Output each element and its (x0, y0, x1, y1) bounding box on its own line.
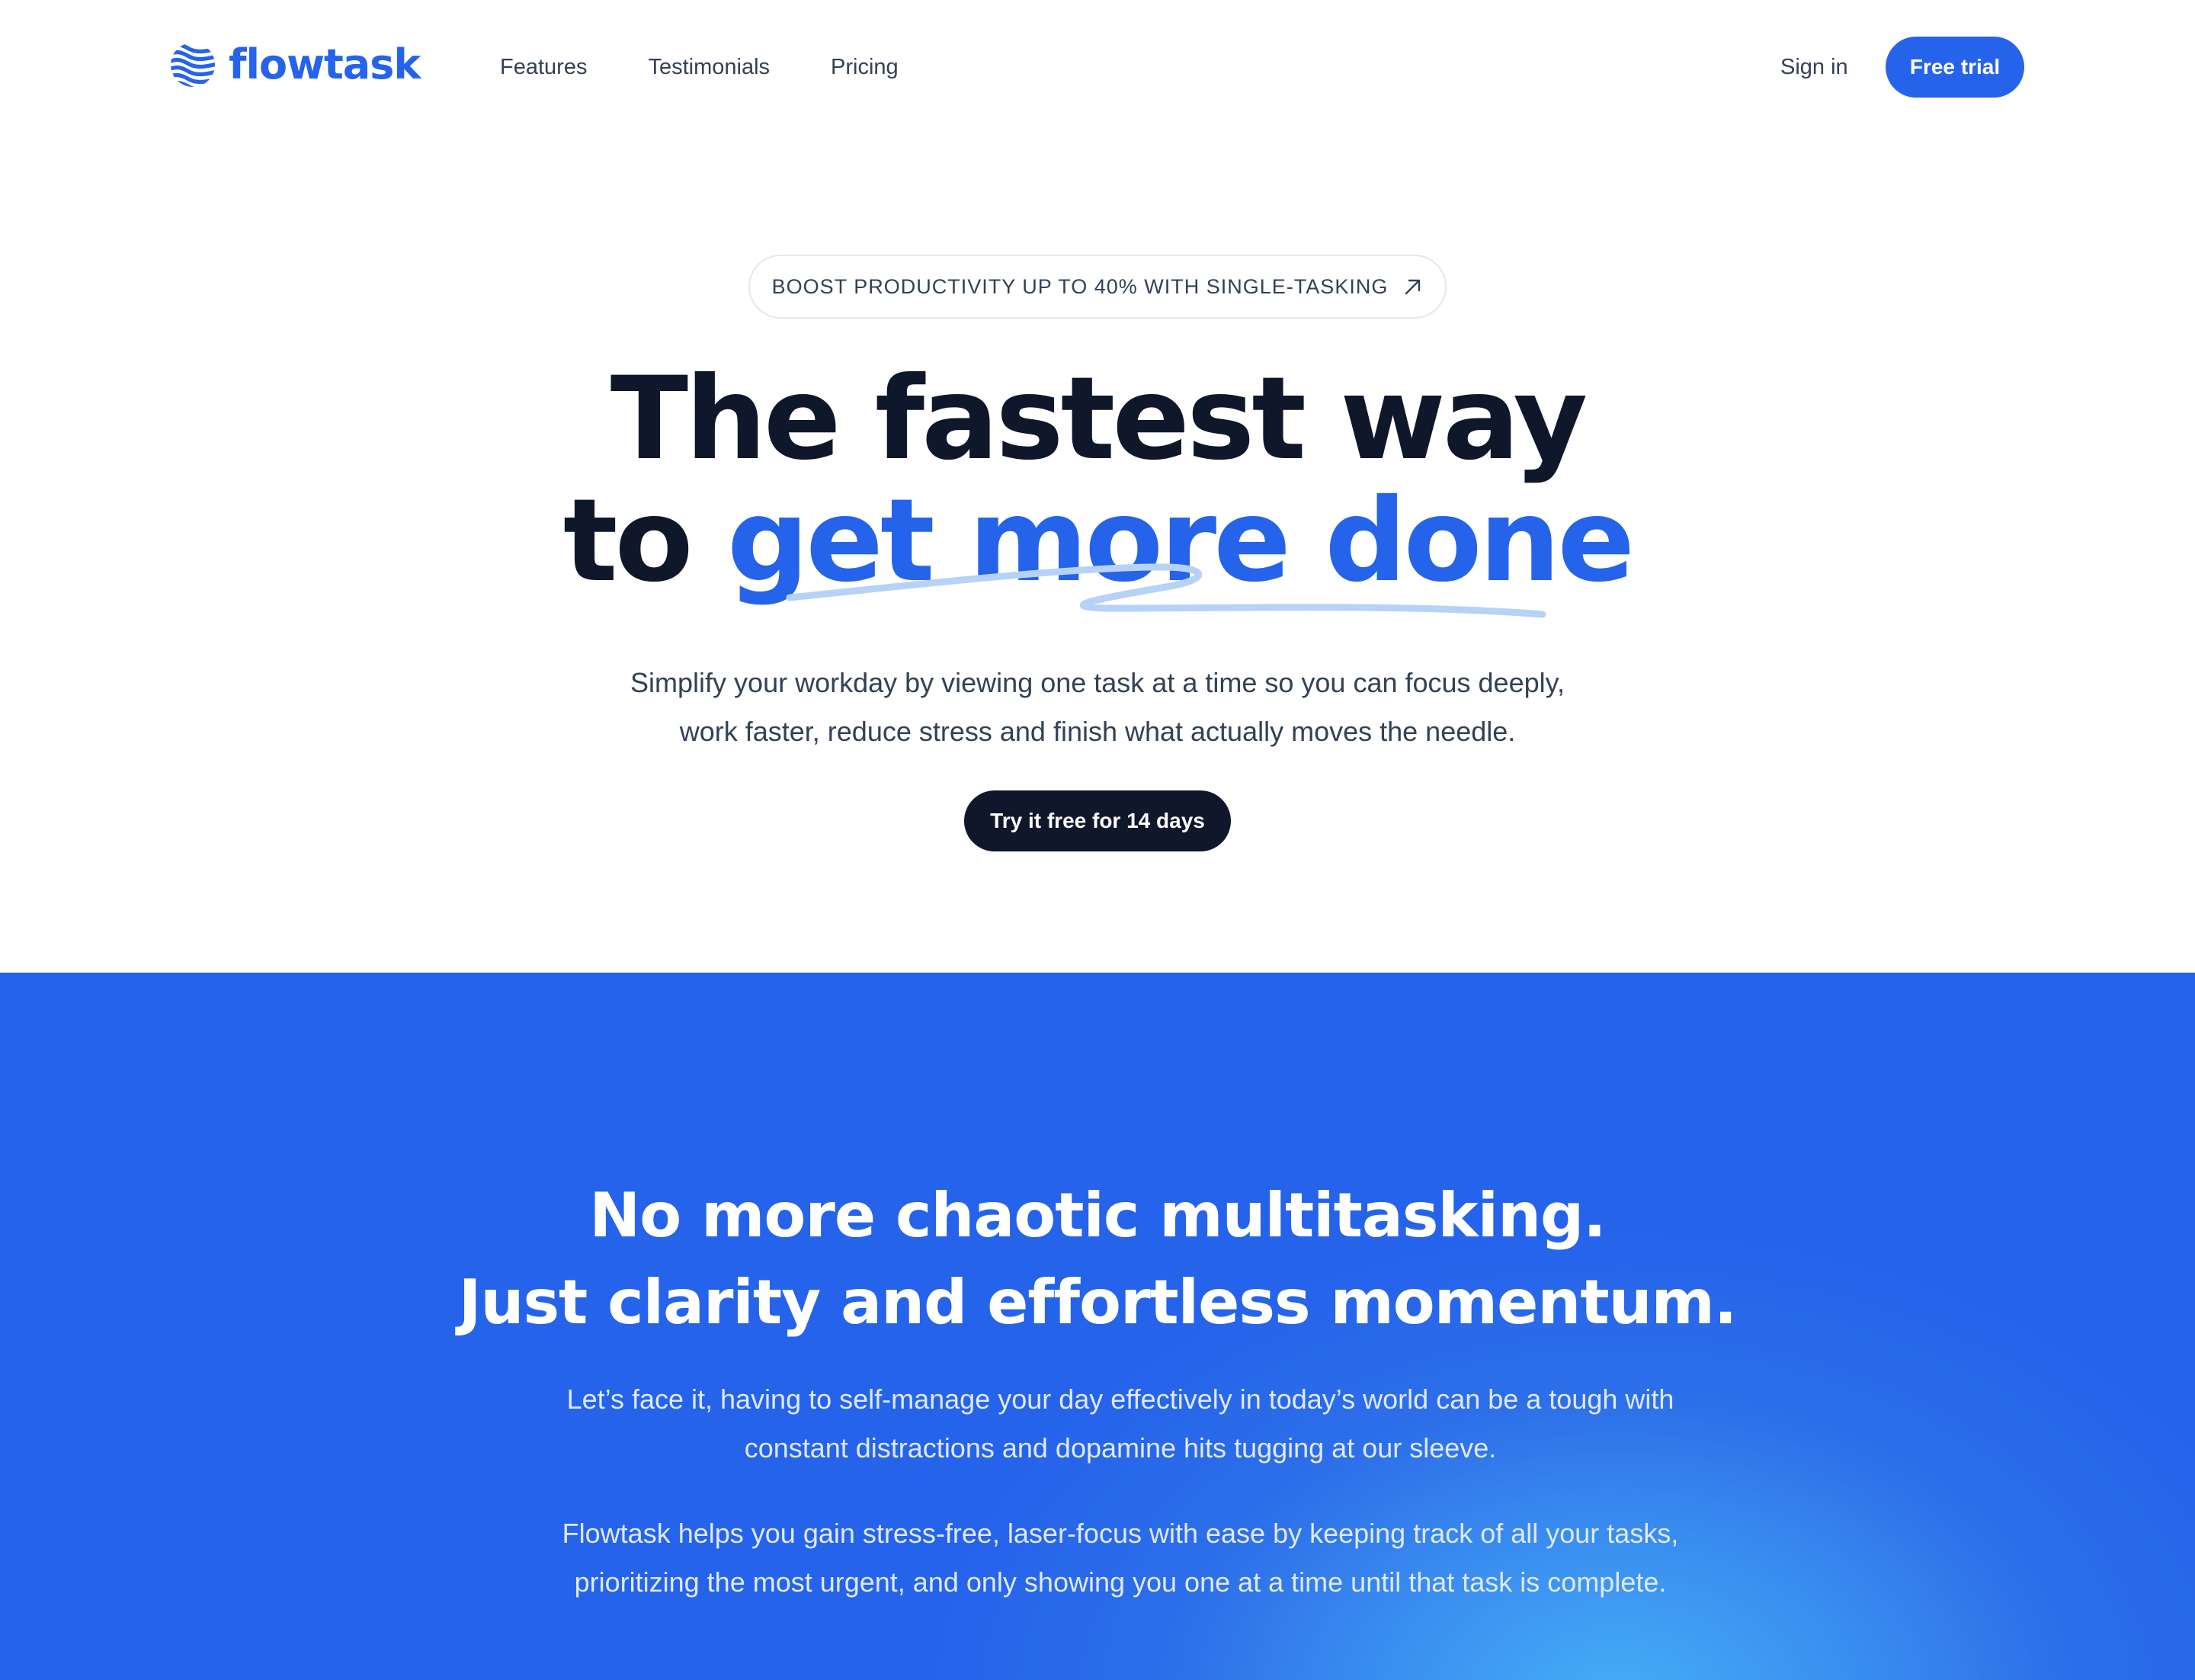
scribble-underline (786, 563, 1546, 618)
section-title: No more chaotic multitasking. Just clari… (0, 1172, 2195, 1346)
arrow-up-right-icon (1405, 279, 1421, 295)
productivity-badge-link[interactable]: BOOST PRODUCTIVITY UP TO 40% WITH SINGLE… (748, 255, 1447, 319)
section-paragraph-2: Flowtask helps you gain stress-free, las… (488, 1509, 1753, 1607)
value-proposition-section: No more chaotic multitasking. Just clari… (0, 973, 2195, 1680)
top-navigation: flowtask Features Testimonials Pricing S… (0, 0, 2195, 134)
nav-link-pricing[interactable]: Pricing (831, 50, 899, 84)
nav-links: Features Testimonials Pricing (500, 50, 960, 84)
hero-subtitle: Simplify your workday by viewing one tas… (564, 659, 1631, 756)
logo-text: flowtask (229, 40, 421, 88)
section-p1-line2: constant distractions and dopamine hits … (744, 1432, 1497, 1464)
nav-link-features[interactable]: Features (500, 50, 587, 84)
hero-subtitle-line1: Simplify your workday by viewing one tas… (630, 667, 1565, 698)
hero-title-line2-prefix: to (562, 475, 727, 608)
free-trial-button[interactable]: Free trial (1886, 37, 2024, 98)
section-p2-line2: prioritizing the most urgent, and only s… (574, 1566, 1667, 1598)
hero-title-line1: The fastest way (610, 353, 1588, 486)
section-p1-line1: Let’s face it, having to self-manage you… (566, 1383, 1674, 1415)
badge-text: BOOST PRODUCTIVITY UP TO 40% WITH SINGLE… (771, 274, 1389, 298)
try-free-button[interactable]: Try it free for 14 days (964, 790, 1231, 851)
section-title-line1: No more chaotic multitasking. (589, 1180, 1606, 1251)
hero-subtitle-line2: work faster, reduce stress and finish wh… (679, 716, 1516, 747)
nav-link-testimonials[interactable]: Testimonials (648, 50, 770, 84)
logo-link[interactable]: flowtask (169, 40, 421, 88)
section-paragraph-1: Let’s face it, having to self-manage you… (488, 1375, 1753, 1473)
section-p2-line1: Flowtask helps you gain stress-free, las… (562, 1518, 1679, 1549)
section-title-line2: Just clarity and effortless momentum. (458, 1267, 1738, 1338)
wave-globe-icon (171, 43, 215, 87)
sign-in-link[interactable]: Sign in (1780, 50, 1848, 84)
